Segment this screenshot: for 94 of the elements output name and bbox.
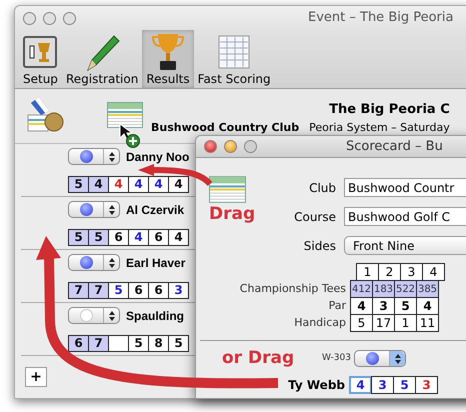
score-cell[interactable]: 5 bbox=[108, 282, 129, 298]
row-label: Par bbox=[328, 298, 347, 314]
toolbar-tab[interactable]: Registration bbox=[62, 30, 142, 88]
score-cell[interactable]: 3 bbox=[415, 376, 438, 394]
score-sheet-icon bbox=[218, 35, 250, 69]
marker-popup[interactable] bbox=[68, 201, 120, 218]
score-cell[interactable]: 5 bbox=[88, 228, 109, 246]
hole-cell: 4 bbox=[416, 297, 439, 315]
player-name: Danny Noo bbox=[126, 148, 190, 166]
hole-number: 2 bbox=[378, 263, 401, 281]
hole-cell: 412 bbox=[350, 280, 373, 298]
row-label: Championship Tees bbox=[238, 280, 347, 297]
player-name: Earl Haver bbox=[126, 254, 186, 272]
close-button[interactable] bbox=[204, 140, 217, 153]
score-cell[interactable]: 4 bbox=[88, 176, 109, 192]
hole-number: 4 bbox=[422, 263, 445, 281]
score-cell[interactable]: 7 bbox=[88, 334, 109, 352]
zoom-button[interactable] bbox=[63, 12, 76, 24]
field-label: Sides bbox=[302, 238, 336, 254]
or-drag-annotation: or Drag bbox=[222, 347, 296, 370]
hole-cell: 11 bbox=[416, 314, 439, 332]
score-cell[interactable]: 7 bbox=[88, 282, 109, 298]
pointer-cursor-icon bbox=[120, 123, 134, 141]
toolbar-tab[interactable]: Results bbox=[142, 30, 194, 88]
score-cell[interactable]: 6 bbox=[108, 228, 129, 246]
player-name: Al Czervik bbox=[126, 202, 184, 218]
event-title: The Big Peoria C bbox=[329, 101, 450, 119]
hole-cell: 522 bbox=[394, 280, 417, 298]
hole-number: 3 bbox=[400, 263, 423, 281]
stepper-arrows-icon bbox=[108, 152, 114, 162]
player-name: Spaulding bbox=[126, 308, 184, 324]
score-cell[interactable]: 6 bbox=[68, 334, 89, 352]
score-cell[interactable]: 7 bbox=[68, 282, 89, 298]
medal-icon bbox=[27, 97, 65, 133]
hole-cell: 385 bbox=[416, 280, 439, 298]
score-cell[interactable]: 3 bbox=[168, 282, 189, 298]
hole-number: 1 bbox=[356, 263, 379, 281]
score-cell[interactable]: 4 bbox=[349, 376, 372, 394]
score-cell[interactable]: 6 bbox=[128, 282, 149, 298]
score-cell[interactable]: 4 bbox=[168, 228, 189, 246]
event-subtitle: Peoria System – Saturday bbox=[309, 120, 450, 136]
marker-popup[interactable] bbox=[68, 148, 120, 165]
text-field[interactable]: Bushwood Golf C bbox=[344, 207, 466, 226]
drag-annotation: Drag bbox=[209, 203, 256, 225]
score-cell[interactable]: 8 bbox=[148, 334, 169, 352]
add-button[interactable]: + bbox=[25, 367, 47, 387]
score-cell[interactable]: 5 bbox=[68, 228, 89, 246]
player-name: Ty Webb bbox=[287, 376, 346, 394]
scorecard-icon[interactable] bbox=[107, 102, 143, 128]
hole-cell: 183 bbox=[372, 280, 395, 298]
player-code: W-303 bbox=[322, 352, 352, 365]
trophy-icon bbox=[150, 32, 185, 72]
stepper-arrows-icon bbox=[108, 310, 114, 320]
score-cell[interactable]: 6 bbox=[148, 228, 169, 246]
stepper-arrows-icon bbox=[108, 204, 114, 214]
window-title: Scorecard – Bu bbox=[346, 138, 443, 156]
score-cell[interactable]: 5 bbox=[128, 334, 149, 352]
hole-cell: 17 bbox=[372, 314, 395, 332]
text-field[interactable]: Bushwood Countr bbox=[344, 178, 466, 197]
trophy-box-icon bbox=[23, 36, 58, 68]
toolbar-tab[interactable]: Setup bbox=[19, 30, 62, 88]
field-label: Course bbox=[293, 208, 336, 224]
score-cell[interactable]: 6 bbox=[148, 282, 169, 298]
minimize-button[interactable] bbox=[224, 140, 237, 153]
minimize-button[interactable] bbox=[43, 12, 56, 24]
score-cell[interactable]: 4 bbox=[108, 176, 129, 192]
score-cell[interactable]: 4 bbox=[128, 176, 149, 192]
zoom-button[interactable] bbox=[244, 140, 257, 153]
sides-popup[interactable]: Front Nine bbox=[344, 236, 466, 255]
field-label: Club bbox=[308, 180, 336, 196]
marker-popup[interactable] bbox=[68, 254, 120, 271]
marker-popup[interactable] bbox=[68, 307, 120, 324]
score-cell[interactable] bbox=[108, 334, 129, 352]
hole-cell: 4 bbox=[350, 297, 373, 315]
stepper-arrows-icon bbox=[108, 258, 114, 268]
score-cell[interactable]: 3 bbox=[371, 376, 394, 394]
hole-cell: 5 bbox=[350, 314, 373, 332]
row-label: Handicap bbox=[293, 314, 347, 331]
score-cell[interactable]: 5 bbox=[168, 334, 189, 352]
hole-cell: 3 bbox=[372, 297, 395, 315]
stepper-arrows-icon bbox=[394, 354, 400, 364]
hole-cell: 1 bbox=[394, 314, 417, 332]
hole-cell: 5 bbox=[394, 297, 417, 315]
score-cell[interactable]: 4 bbox=[148, 176, 169, 192]
close-button[interactable] bbox=[23, 12, 36, 24]
score-cell[interactable]: 4 bbox=[168, 176, 189, 192]
score-cell[interactable]: 4 bbox=[128, 228, 149, 246]
score-cell[interactable]: 5 bbox=[68, 176, 89, 192]
score-cell[interactable]: 5 bbox=[393, 376, 416, 394]
marker-popup[interactable] bbox=[354, 350, 406, 368]
toolbar-tab[interactable]: Fast Scoring bbox=[194, 30, 275, 88]
club-name: Bushwood Country Club bbox=[151, 120, 300, 136]
scorecard-icon[interactable] bbox=[209, 176, 246, 203]
window-title: Event – The Big Peoria bbox=[308, 9, 454, 28]
